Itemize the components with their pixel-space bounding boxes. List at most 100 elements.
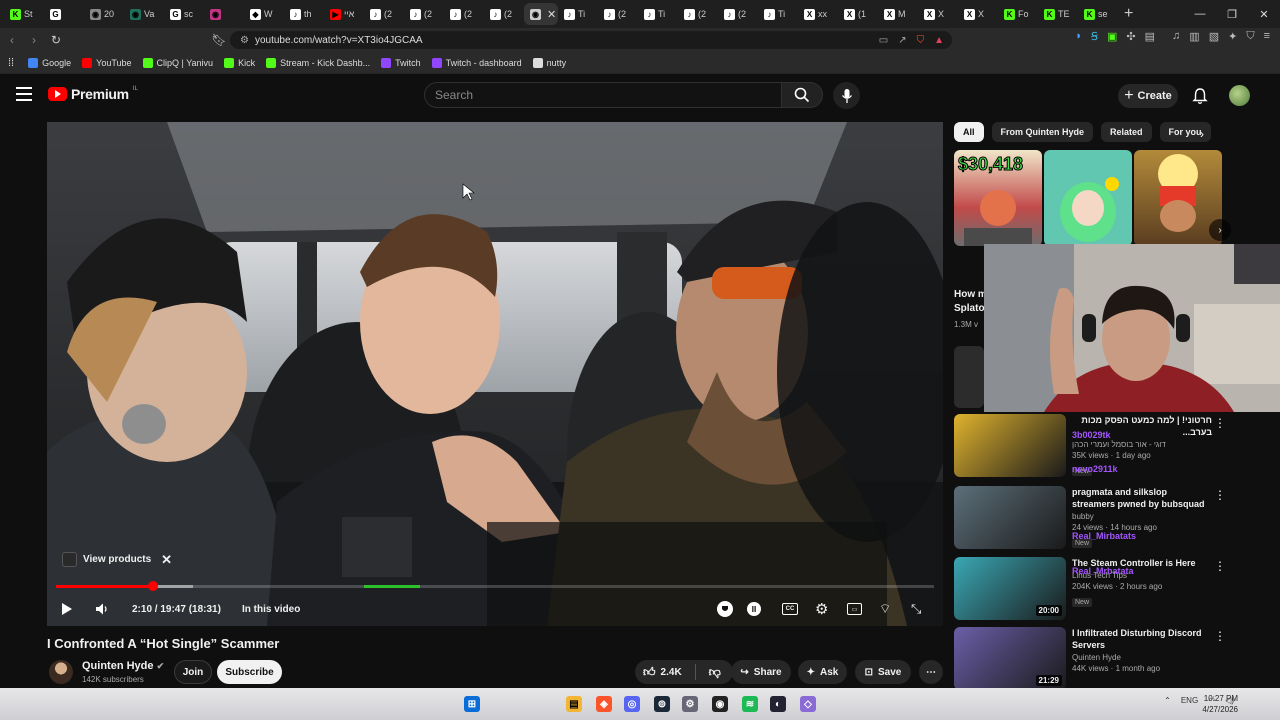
share-icon[interactable]: ↗ [898, 35, 906, 46]
browser-tab[interactable]: ♪ (2 [598, 3, 638, 25]
browser-tab[interactable]: Kse [1078, 3, 1118, 25]
obs-icon[interactable]: ◉ [712, 696, 728, 712]
close-icon[interactable]: ✕ [161, 552, 172, 568]
bookmark-item[interactable]: Twitch [381, 57, 421, 68]
brave-shield-icon[interactable]: ⛉ [917, 35, 925, 46]
voice-search-button[interactable] [833, 82, 860, 109]
settings-icon[interactable]: ⚙ [682, 696, 698, 712]
leo-icon[interactable]: ✦ [1228, 30, 1237, 43]
brave-icon[interactable]: ◈ [596, 696, 612, 712]
browser-tab[interactable]: K TE [1038, 3, 1078, 25]
partial-video-title[interactable]: How m Splato [954, 288, 987, 316]
bookmark-item[interactable]: Twitch - dashboard [431, 57, 522, 68]
youtube-logo[interactable]: Premium IL [48, 86, 138, 102]
channel-name[interactable]: Quinten Hyde ✔ [82, 660, 164, 672]
browser-tab[interactable]: XX [918, 3, 958, 25]
browser-tab[interactable]: ♪ (2 [484, 3, 524, 25]
extension-icon[interactable]: ▣ [1107, 30, 1117, 43]
mute-button[interactable] [95, 602, 109, 616]
bookmark-item[interactable]: nutty [532, 57, 566, 68]
puzzle-icon[interactable]: ✣ [1126, 30, 1135, 43]
browser-tab[interactable]: Xxx [798, 3, 838, 25]
view-products-button[interactable]: View products ✕ [62, 551, 172, 568]
browser-tab[interactable]: XX [958, 3, 998, 25]
create-button[interactable]: + Create [1118, 84, 1178, 108]
browser-tab[interactable]: ♪ th [284, 3, 324, 25]
extension-icon[interactable]: ▤ [1145, 30, 1155, 43]
fullscreen-button[interactable]: ⤡ [911, 601, 921, 617]
scrubber-handle[interactable] [147, 581, 158, 591]
discord-icon[interactable]: ◎ [624, 696, 640, 712]
thumbs-down-icon[interactable]: 👎︎ [709, 665, 721, 680]
autoplay-toggle[interactable] [717, 601, 733, 617]
app-icon[interactable]: ◐ [770, 696, 786, 712]
settings-button[interactable]: ⚙ [815, 600, 828, 618]
file-explorer-icon[interactable]: ▤ [566, 696, 582, 712]
apps-icon[interactable]: ⁞⁞ [8, 57, 14, 69]
browser-tab[interactable]: ♪ (2 [364, 3, 404, 25]
recommended-video[interactable]: 21:29 I Infiltrated Disturbing Discord Se… [954, 627, 1226, 691]
browser-tab[interactable]: K Fo [998, 3, 1038, 25]
browser-tab[interactable]: ◉ Va [124, 3, 164, 25]
rewards-icon[interactable]: ▲ [934, 35, 944, 46]
close-tab-icon[interactable]: ✕ [547, 8, 556, 21]
share-button[interactable]: ↪ Share [731, 660, 791, 684]
video-thumbnail[interactable]: 21:29 [954, 627, 1066, 690]
browser-tab[interactable]: XM [878, 3, 918, 25]
browser-tab[interactable]: ◉ [204, 3, 244, 25]
browser-tab[interactable]: ♪ (2 [404, 3, 444, 25]
captions-button[interactable]: CC [782, 603, 798, 615]
browser-tab[interactable]: ♪ Ti [558, 3, 598, 25]
pause-toggle[interactable]: II [747, 602, 761, 616]
short-thumbnail[interactable] [1044, 150, 1132, 246]
notifications-button[interactable] [1192, 87, 1208, 110]
browser-tab[interactable]: X (1 [838, 3, 878, 25]
extension-icon[interactable]: ◗ [1075, 30, 1082, 43]
browser-tab[interactable]: K St [4, 3, 44, 25]
cast-button[interactable]: ⌔ [879, 601, 891, 617]
filter-chip[interactable]: All [954, 122, 984, 142]
wallet-icon[interactable]: ▧ [1209, 30, 1219, 43]
screen-icon[interactable]: ▭ [879, 35, 888, 46]
join-button[interactable]: Join [174, 660, 212, 684]
more-options-icon[interactable]: ⋮ [1214, 488, 1226, 502]
browser-tab[interactable]: ♪ Ti [638, 3, 678, 25]
video-thumbnail[interactable] [954, 486, 1066, 549]
bookmark-item[interactable]: ClipQ | Yanivu [142, 57, 213, 68]
chevron-right-icon[interactable]: › [1200, 127, 1204, 141]
new-tab-button[interactable]: + [1124, 5, 1133, 23]
like-button[interactable]: 👍︎ 2.4K [643, 665, 682, 680]
windows-start-icon[interactable]: ⊞ [464, 696, 480, 712]
site-info-icon[interactable]: ⚙ [240, 35, 249, 46]
browser-tab[interactable]: ♪ (2 [718, 3, 758, 25]
chevron-right-icon[interactable]: › [1209, 219, 1231, 241]
maximize-icon[interactable]: ❐ [1216, 0, 1248, 28]
language-indicator[interactable]: ENG [1181, 696, 1198, 705]
forward-icon[interactable]: › [24, 33, 44, 47]
bookmark-item[interactable]: Stream - Kick Dashb... [266, 57, 370, 68]
ask-button[interactable]: ✦ Ask [798, 660, 847, 684]
browser-tab[interactable]: Gsc [164, 3, 204, 25]
close-icon[interactable]: ✕ [1248, 0, 1280, 28]
bookmark-item[interactable]: YouTube [82, 57, 132, 68]
bookmark-item[interactable]: Kick [224, 57, 255, 68]
search-button[interactable] [781, 82, 823, 108]
in-this-video-label[interactable]: In this video [242, 604, 300, 615]
miniplayer-button[interactable]: ▭ [847, 603, 862, 615]
more-options-icon[interactable]: ⋮ [1214, 629, 1226, 643]
steam-icon[interactable]: ⊚ [654, 696, 670, 712]
menu-icon[interactable]: ≡ [1264, 30, 1270, 43]
play-button[interactable] [61, 602, 73, 616]
menu-icon[interactable] [16, 87, 32, 101]
subscribe-button[interactable]: Subscribe [217, 660, 282, 684]
minimize-icon[interactable]: — [1184, 0, 1216, 28]
vpn-icon[interactable]: ⛉ [1246, 30, 1254, 43]
more-options-icon[interactable]: ⋮ [1214, 559, 1226, 573]
browser-tab[interactable]: ◉ ✕ [524, 3, 558, 25]
url-field[interactable]: ⚙ youtube.com/watch?v=XT3io4JGCAA ▭ ↗ ⛉ … [230, 31, 952, 49]
filter-chip[interactable]: From Quinten Hyde [991, 122, 1094, 142]
search-input[interactable]: Search [424, 82, 782, 108]
progress-bar[interactable] [56, 581, 934, 591]
channel-avatar[interactable] [49, 660, 73, 684]
sidebar-icon[interactable]: ▥ [1189, 30, 1199, 43]
